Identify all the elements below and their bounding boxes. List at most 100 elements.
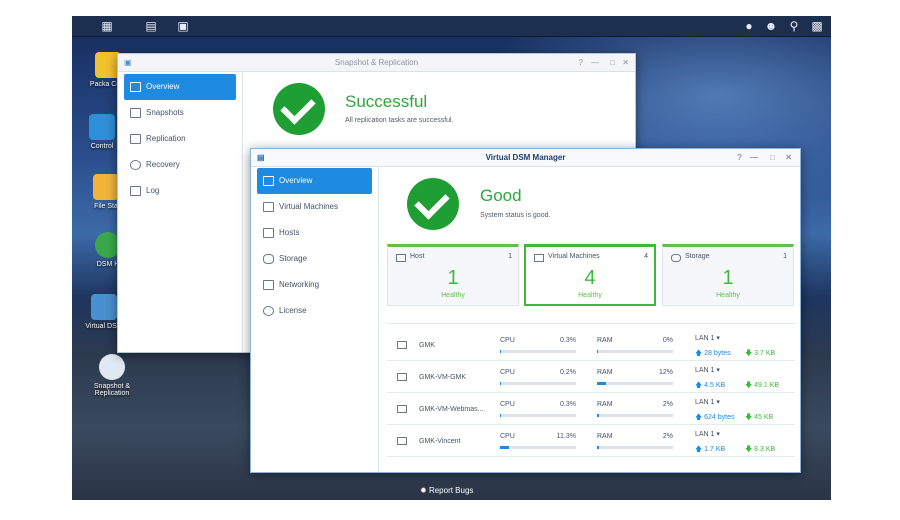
lan-selector[interactable]: LAN 1 ▾ — [695, 430, 720, 438]
window-title-bar[interactable]: Snapshot & Replication ▣ ? — □ ✕ — [118, 54, 635, 72]
chat-icon[interactable]: ● — [740, 18, 758, 34]
card-health: Healthy — [441, 292, 465, 299]
ram-label: RAM — [597, 433, 613, 440]
maximize-icon[interactable]: □ — [770, 149, 775, 167]
card-number: 1 — [447, 267, 459, 289]
ram-value: 12% — [658, 369, 673, 376]
nav-license[interactable]: License — [257, 298, 372, 324]
upload-value: 1.7 KB — [704, 446, 726, 453]
vdsm-manager-window: Virtual DSM Manager ▤ ? — □ ✕ Overview V… — [250, 148, 801, 473]
nav-replication[interactable]: Replication — [124, 126, 236, 152]
window-title: Snapshot & Replication — [334, 58, 419, 67]
nav-hosts[interactable]: Hosts — [257, 220, 372, 246]
virtual-machine-icon — [534, 254, 544, 262]
virtual-machines-card[interactable]: Virtual Machines 4 4 Healthy — [524, 244, 656, 306]
window-title: Virtual DSM Manager — [485, 153, 566, 162]
vm-name: GMK-VM-Webmas... — [419, 406, 484, 413]
upload-rate: 🡅 1.7 KB — [695, 446, 726, 453]
status-text: System status is good. — [480, 212, 551, 219]
lan-selector[interactable]: LAN 1 ▾ — [695, 334, 720, 342]
vm-row[interactable]: GMK-VM-Webmas... CPU 0.3% RAM 2% LAN 1 ▾… — [387, 393, 795, 425]
virtual-machine-icon — [397, 341, 407, 349]
vm-row[interactable]: GMK-Vincent CPU 11.3% RAM 2% LAN 1 ▾ 🡅 1… — [387, 425, 795, 457]
close-icon[interactable]: ✕ — [622, 54, 629, 72]
status-text: All replication tasks are successful. — [345, 117, 454, 124]
nav-label: License — [279, 306, 307, 315]
overview-icon — [130, 82, 141, 92]
cpu-value: 0.2% — [560, 369, 576, 376]
nav-label: Overview — [279, 176, 313, 185]
window-title-bar[interactable]: Virtual DSM Manager ▤ ? — □ ✕ — [251, 149, 800, 167]
ram-value: 0% — [662, 337, 673, 344]
desktop-icon-snapshot-replication[interactable]: Snapshot & Replication — [76, 354, 148, 397]
cpu-bar-fill — [500, 414, 502, 417]
virtual-machine-icon — [397, 373, 407, 381]
snapshot-taskbar-icon[interactable]: ▣ — [174, 18, 192, 34]
ram-value: 2% — [662, 433, 673, 440]
ram-bar-fill — [597, 414, 599, 417]
nav-storage[interactable]: Storage — [257, 246, 372, 272]
nav-log[interactable]: Log — [124, 178, 236, 204]
nav-networking[interactable]: Networking — [257, 272, 372, 298]
minimize-icon[interactable]: — — [750, 149, 758, 167]
cpu-bar-fill — [500, 382, 502, 385]
ram-value: 2% — [662, 401, 673, 408]
search-icon[interactable]: ⚲ — [785, 18, 803, 34]
nav-recovery[interactable]: Recovery — [124, 152, 236, 178]
overview-icon — [263, 176, 274, 186]
vdsm-taskbar-icon[interactable]: ▤ — [142, 18, 160, 34]
report-bugs-button[interactable]: ✹ Report Bugs — [420, 486, 473, 495]
widgets-icon[interactable]: ▩ — [808, 18, 826, 34]
nav-label: Recovery — [146, 160, 180, 169]
cpu-bar — [500, 350, 576, 353]
vm-name: GMK-Vincent — [419, 438, 461, 445]
ram-bar — [597, 350, 673, 353]
host-card[interactable]: Host 1 1 Healthy — [387, 244, 519, 306]
nav-overview[interactable]: Overview — [257, 168, 372, 194]
help-icon[interactable]: ? — [737, 149, 742, 167]
vm-list-divider — [387, 323, 795, 324]
user-icon[interactable]: ☻ — [762, 18, 780, 34]
card-number: 4 — [584, 267, 596, 289]
vm-name: GMK-VM-GMK — [419, 374, 467, 381]
help-icon[interactable]: ? — [579, 54, 583, 72]
upload-value: 4.5 KB — [704, 382, 726, 389]
nav-overview[interactable]: Overview — [124, 74, 236, 100]
download-rate: 🡇 49.1 KB — [745, 382, 780, 389]
vm-row[interactable]: GMK CPU 0.3% RAM 0% LAN 1 ▾ 🡅 28 bytes 🡇… — [387, 329, 795, 361]
minimize-icon[interactable]: — — [591, 54, 599, 72]
ram-bar-fill — [597, 382, 607, 385]
desktop-icon-label: Control — [90, 143, 114, 150]
card-number: 1 — [722, 267, 734, 289]
nav-snapshots[interactable]: Snapshots — [124, 100, 236, 126]
desktop-icon-label: Snapshot & Replication — [93, 383, 131, 397]
card-count: 4 — [644, 253, 648, 260]
bug-icon: ✹ — [420, 486, 427, 495]
card-label: Storage — [685, 253, 710, 260]
upload-rate: 🡅 28 bytes — [695, 350, 731, 357]
nav-label: Replication — [146, 134, 186, 143]
ram-bar — [597, 382, 673, 385]
maximize-icon[interactable]: □ — [610, 54, 615, 72]
storage-icon — [263, 254, 274, 264]
recovery-icon — [130, 160, 141, 170]
nav-label: Overview — [146, 82, 180, 91]
cpu-bar-fill — [500, 350, 502, 353]
cpu-label: CPU — [500, 401, 515, 408]
nav-virtual-machines[interactable]: Virtual Machines — [257, 194, 372, 220]
close-icon[interactable]: ✕ — [785, 149, 792, 167]
good-check-icon — [407, 178, 459, 230]
app-icon: ▤ — [257, 153, 265, 162]
success-check-icon — [273, 83, 325, 135]
storage-card[interactable]: Storage 1 1 Healthy — [662, 244, 794, 306]
snapshot-replication-icon — [99, 354, 125, 380]
lan-selector[interactable]: LAN 1 ▾ — [695, 398, 720, 406]
nav-label: Snapshots — [146, 108, 184, 117]
status-title: Good — [480, 186, 522, 205]
download-value: 45 KB — [754, 414, 774, 421]
cpu-value: 0.3% — [560, 337, 576, 344]
upload-value: 624 bytes — [704, 414, 735, 421]
vm-row[interactable]: GMK-VM-GMK CPU 0.2% RAM 12% LAN 1 ▾ 🡅 4.… — [387, 361, 795, 393]
lan-selector[interactable]: LAN 1 ▾ — [695, 366, 720, 374]
main-menu-icon[interactable]: ▦ — [98, 18, 116, 34]
